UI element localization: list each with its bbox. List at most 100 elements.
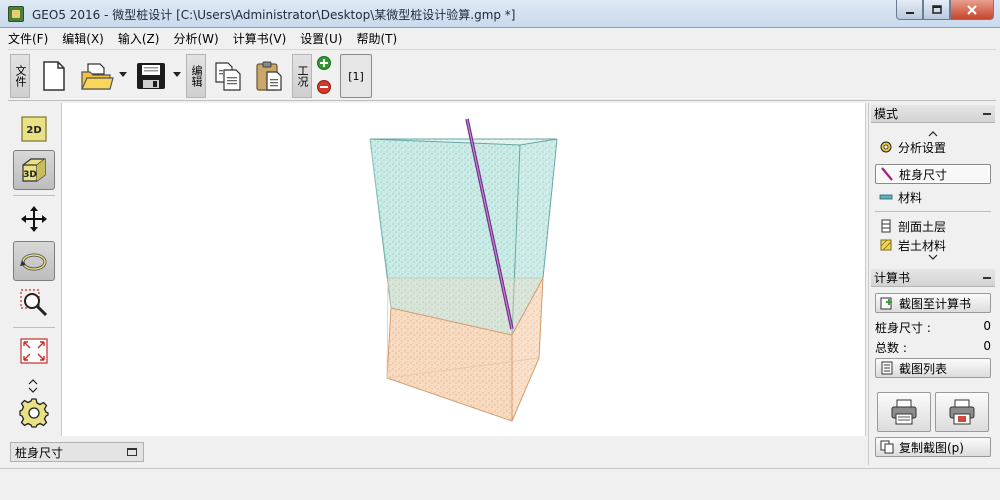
- copy-capture-button[interactable]: 复制截图(p): [875, 437, 991, 457]
- mode-item-material[interactable]: 材料: [875, 187, 991, 207]
- status-bar: [0, 468, 1000, 500]
- view-3d-button[interactable]: 3D: [13, 150, 55, 190]
- minimize-button[interactable]: [896, 0, 923, 20]
- mode-item-soil-materials[interactable]: 岩土材料: [875, 237, 991, 253]
- list-icon: [881, 361, 893, 375]
- capture-list-label: 截图列表: [899, 361, 948, 376]
- new-file-button[interactable]: [36, 54, 72, 98]
- save-file-button[interactable]: [132, 54, 170, 98]
- print-button[interactable]: [877, 392, 931, 432]
- gear-icon: [19, 398, 49, 428]
- edit-group-label: 编辑: [186, 54, 206, 98]
- paste-button[interactable]: [252, 54, 288, 98]
- copy-capture-icon: [880, 440, 894, 454]
- mode-item-pile-size[interactable]: 桩身尺寸: [875, 164, 991, 184]
- stage-group-label: 工况: [292, 54, 312, 98]
- main-toolbar: 文件 编辑 工况 [1]: [8, 49, 996, 101]
- open-file-button[interactable]: [78, 54, 116, 98]
- maximize-icon: [931, 4, 942, 14]
- report-header-label: 计算书: [874, 271, 911, 285]
- view-2d-button[interactable]: 2D: [13, 109, 55, 149]
- capture-icon: [880, 297, 892, 310]
- view-2d-icon: 2D: [21, 116, 47, 142]
- total-count-label: 总数 :: [875, 341, 907, 355]
- mode-item-label: 材料: [898, 190, 923, 205]
- gear-small-icon: [880, 141, 892, 153]
- open-dropdown-arrow[interactable]: [119, 72, 127, 77]
- svg-text:2D: 2D: [26, 125, 41, 136]
- profile-icon: [881, 219, 891, 233]
- menu-help[interactable]: 帮助(T): [356, 30, 397, 47]
- soil-material-icon: [880, 239, 892, 251]
- mode-separator: [875, 211, 991, 212]
- view-settings-button[interactable]: [13, 393, 55, 433]
- menu-input[interactable]: 输入(Z): [118, 30, 160, 47]
- pile-size-count-label: 桩身尺寸 :: [875, 321, 931, 335]
- fit-view-button[interactable]: [13, 331, 55, 371]
- right-panel: 模式 分析设置 桩身尺寸 材料 剖面土层 岩土材料 计算书 截图至计算书 桩身尺…: [868, 103, 996, 465]
- close-icon: [967, 4, 977, 15]
- bottom-tab-bar: 桩身尺寸: [8, 439, 866, 465]
- close-button[interactable]: [950, 0, 994, 20]
- add-stage-button[interactable]: [317, 56, 331, 70]
- view-tools-separator: [13, 195, 55, 196]
- move-icon: [21, 206, 47, 232]
- add-stage-icon: [320, 59, 328, 67]
- mode-header: 模式: [871, 105, 995, 123]
- remove-stage-button[interactable]: [317, 80, 331, 94]
- rotate-view-button[interactable]: [13, 241, 55, 281]
- print-preview-button[interactable]: [935, 392, 989, 432]
- total-count-value: 0: [983, 339, 991, 353]
- collapse-report-icon[interactable]: [983, 277, 991, 279]
- move-view-button[interactable]: [13, 199, 55, 239]
- collapse-mode-icon[interactable]: [983, 113, 991, 115]
- menu-bar: 文件(F) 编辑(X) 输入(Z) 分析(W) 计算书(V) 设置(U) 帮助(…: [0, 28, 1000, 48]
- rotate-icon: [20, 253, 47, 271]
- fit-view-icon: [20, 338, 48, 364]
- mode-item-label: 剖面土层: [898, 219, 947, 234]
- maximize-button[interactable]: [923, 0, 950, 20]
- zoom-window-button[interactable]: [13, 283, 55, 323]
- capture-button-label: 截图至计算书: [899, 296, 972, 311]
- 3d-viewport[interactable]: [61, 103, 866, 436]
- pile-size-count-value: 0: [983, 319, 991, 333]
- capture-list-button[interactable]: 截图列表: [875, 358, 991, 378]
- pile-icon: [881, 167, 893, 181]
- save-dropdown-arrow[interactable]: [173, 72, 181, 77]
- menu-edit[interactable]: 编辑(X): [62, 30, 104, 47]
- mode-item-analysis-settings[interactable]: 分析设置: [875, 137, 991, 157]
- paste-icon: [256, 61, 282, 91]
- copy-button[interactable]: [210, 54, 246, 98]
- file-group-label: 文件: [10, 54, 30, 98]
- menu-analysis[interactable]: 分析(W): [173, 30, 218, 47]
- total-count-row: 总数 : 0: [875, 339, 991, 357]
- mode-header-label: 模式: [874, 107, 899, 121]
- menu-file[interactable]: 文件(F): [8, 30, 48, 47]
- open-folder-icon: [81, 63, 114, 90]
- mode-item-label: 桩身尺寸: [899, 167, 948, 182]
- copy-capture-label: 复制截图(p): [899, 440, 964, 455]
- mode-item-profile-layers[interactable]: 剖面土层: [875, 216, 991, 236]
- scroll-down-icon[interactable]: [928, 254, 938, 260]
- mode-item-label: 岩土材料: [898, 238, 947, 253]
- zoom-icon: [20, 289, 48, 317]
- lower-soil-layer: [386, 277, 544, 422]
- restore-panel-icon[interactable]: [127, 448, 137, 456]
- save-icon: [137, 63, 165, 89]
- report-header: 计算书: [871, 269, 995, 287]
- pile-size-count-row: 桩身尺寸 : 0: [875, 319, 991, 337]
- menu-settings[interactable]: 设置(U): [300, 30, 342, 47]
- app-icon: [8, 6, 24, 22]
- expand-tools-icon[interactable]: [28, 379, 38, 385]
- pile-size-tab[interactable]: 桩身尺寸: [10, 442, 144, 462]
- menu-report[interactable]: 计算书(V): [233, 30, 287, 47]
- new-file-icon: [43, 61, 65, 91]
- capture-to-report-button[interactable]: 截图至计算书: [875, 293, 991, 313]
- material-icon: [879, 194, 893, 200]
- view-toolbar: 2D 3D: [8, 103, 61, 436]
- pile-size-tab-label: 桩身尺寸: [15, 445, 64, 460]
- minimize-icon: [905, 11, 914, 14]
- stage-1-button[interactable]: [1]: [340, 54, 372, 98]
- soil-model-3d: [369, 118, 558, 422]
- svg-text:3D: 3D: [23, 170, 37, 180]
